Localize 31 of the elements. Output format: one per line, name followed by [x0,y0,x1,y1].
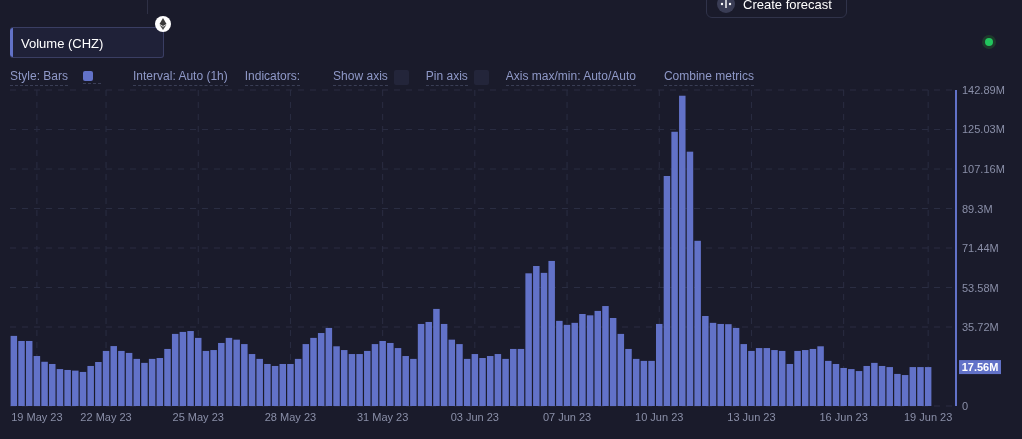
axis-tick-label: 0 [962,400,969,412]
axis-tick-label: 35.72M [962,321,999,333]
metric-label[interactable]: Volume (CHZ) [10,26,164,58]
chart-setting[interactable]: Axis max/min: Auto/Auto [505,68,636,86]
axis-tick-label: 03 Jun 23 [450,411,499,423]
create-forecast-button[interactable]: Create forecast [706,0,847,18]
axis-tick-label: 13 Jun 23 [727,411,776,423]
chart-setting[interactable]: Combine metrics [663,68,754,86]
axis-tick-label: 22 May 23 [80,411,132,423]
axis-toggle[interactable]: Show axis [333,68,388,86]
axis-tick-label: 53.58M [962,281,999,294]
chart-setting[interactable]: Interval: Auto (1h) [133,68,228,86]
chart-setting[interactable]: Indicators: [244,68,301,86]
axis-tick-label: 28 May 23 [264,411,317,423]
axis-tick-label: 71.44M [962,242,999,254]
axis-tick-label: 125.03M [962,123,1005,136]
axis-tick-label: 89.3M [962,202,993,215]
style-selector[interactable]: Style: Bars [10,68,69,86]
axis-tick-label: 19 May 23 [11,411,63,423]
axis-tick-label: 16 Jun 23 [819,411,868,423]
axis-tick-label: 07 Jun 23 [542,411,592,423]
last-value-badge: 17.56M [959,360,1001,375]
axis-tick-label: 142.89M [962,86,1005,96]
axis-tick-label: 107.16M [962,163,1005,175]
axis-tick-label: 10 Jun 23 [635,411,684,423]
color-swatch[interactable] [83,70,94,81]
axis-tick-label: 25 May 23 [172,411,224,423]
axis-toggle[interactable]: Pin axis [425,68,468,86]
axis-tick-label: 31 May 23 [356,411,409,423]
axis-tick-label: 19 Jun 23 [904,411,953,423]
ethereum-icon [155,15,171,32]
